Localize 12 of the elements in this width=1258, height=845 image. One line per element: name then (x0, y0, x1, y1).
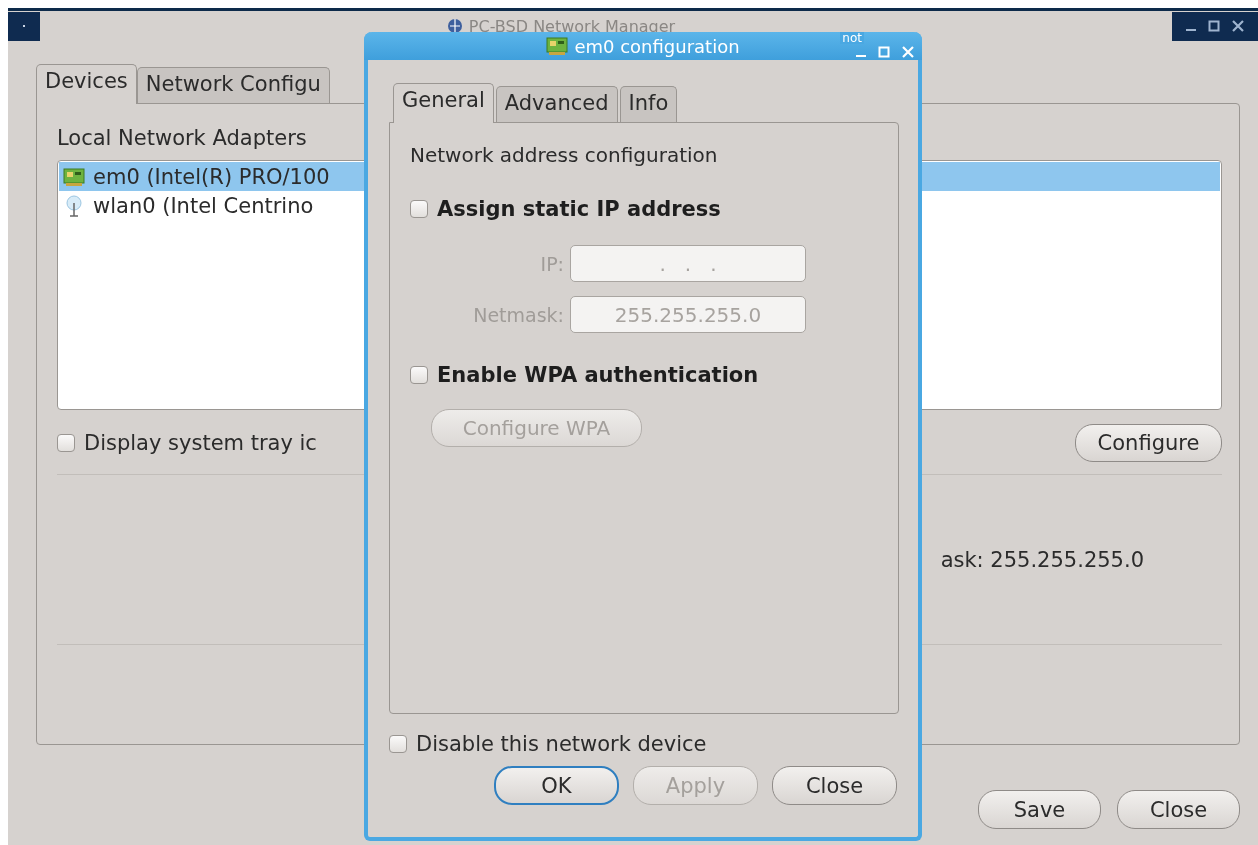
section-label: Local Network Adapters (57, 126, 308, 150)
window-title: PC-BSD Network Manager (468, 16, 676, 36)
checkbox-label: Display system tray ic (84, 431, 317, 455)
adapter-label: em0 (Intel(R) PRO/100 (93, 164, 330, 189)
checkbox-label: Enable WPA authentication (437, 363, 759, 387)
title-text-fragment: not (840, 32, 864, 44)
adapter-label: wlan0 (Intel Centrino (93, 193, 314, 218)
checkbox-label: Disable this network device (416, 732, 707, 756)
netmask-text: ask: 255.255.255.0 (940, 547, 1144, 572)
dialog-title: em0 configuration (574, 35, 740, 57)
section-label: Network address configuration (410, 143, 719, 167)
checkbox-label: Assign static IP address (437, 197, 721, 221)
